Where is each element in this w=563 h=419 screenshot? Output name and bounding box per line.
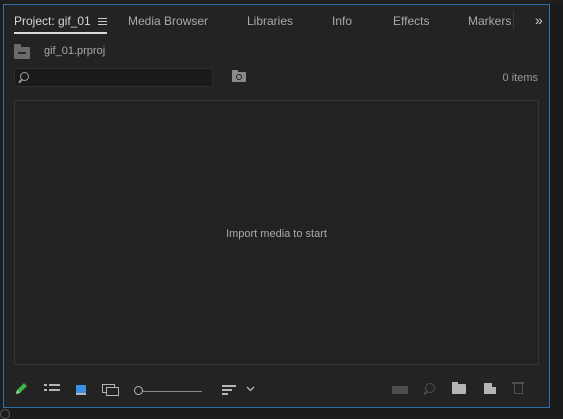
active-tab-underline: [14, 32, 107, 34]
project-panel: Project: gif_01 Media Browser Libraries …: [3, 4, 550, 408]
new-item-icon[interactable]: [484, 382, 497, 394]
new-bin-icon[interactable]: [452, 382, 466, 394]
empty-message: Import media to start: [226, 228, 327, 240]
tab-bar: Project: gif_01 Media Browser Libraries …: [4, 5, 549, 35]
zoom-slider-handle[interactable]: [134, 386, 143, 395]
list-view-icon[interactable]: [44, 381, 60, 397]
tab-effects[interactable]: Effects: [393, 14, 429, 28]
hamburger-icon[interactable]: [98, 18, 107, 27]
new-search-bin-icon[interactable]: [232, 70, 246, 82]
tab-divider: [513, 11, 514, 29]
search-icon: [20, 72, 29, 81]
footer-toolbar: [4, 381, 549, 403]
search-input[interactable]: [33, 70, 212, 87]
adjacent-panel-edge: [550, 4, 563, 408]
tab-libraries[interactable]: Libraries: [247, 14, 293, 28]
item-count: 0 items: [502, 72, 538, 84]
chevron-down-icon[interactable]: [246, 384, 255, 393]
icon-view-icon[interactable]: [76, 385, 86, 395]
pencil-icon[interactable]: [14, 382, 28, 396]
media-list-area[interactable]: Import media to start: [14, 100, 539, 365]
automate-to-sequence-icon[interactable]: [392, 386, 408, 394]
tab-info[interactable]: Info: [332, 14, 352, 28]
tab-media-browser[interactable]: Media Browser: [128, 14, 208, 28]
tab-markers[interactable]: Markers: [468, 14, 511, 28]
tab-overflow-icon[interactable]: »: [535, 12, 543, 28]
zoom-slider-track[interactable]: [140, 391, 202, 392]
find-icon[interactable]: [425, 383, 435, 393]
freeform-view-icon[interactable]: [102, 384, 120, 396]
trash-icon[interactable]: [512, 382, 524, 394]
project-filename: gif_01.prproj: [44, 45, 106, 57]
bin-icon: [14, 44, 30, 59]
sort-icon[interactable]: [222, 385, 236, 401]
tab-project[interactable]: Project: gif_01: [14, 14, 91, 28]
search-box[interactable]: [14, 68, 213, 87]
bottom-edge: [0, 408, 563, 418]
